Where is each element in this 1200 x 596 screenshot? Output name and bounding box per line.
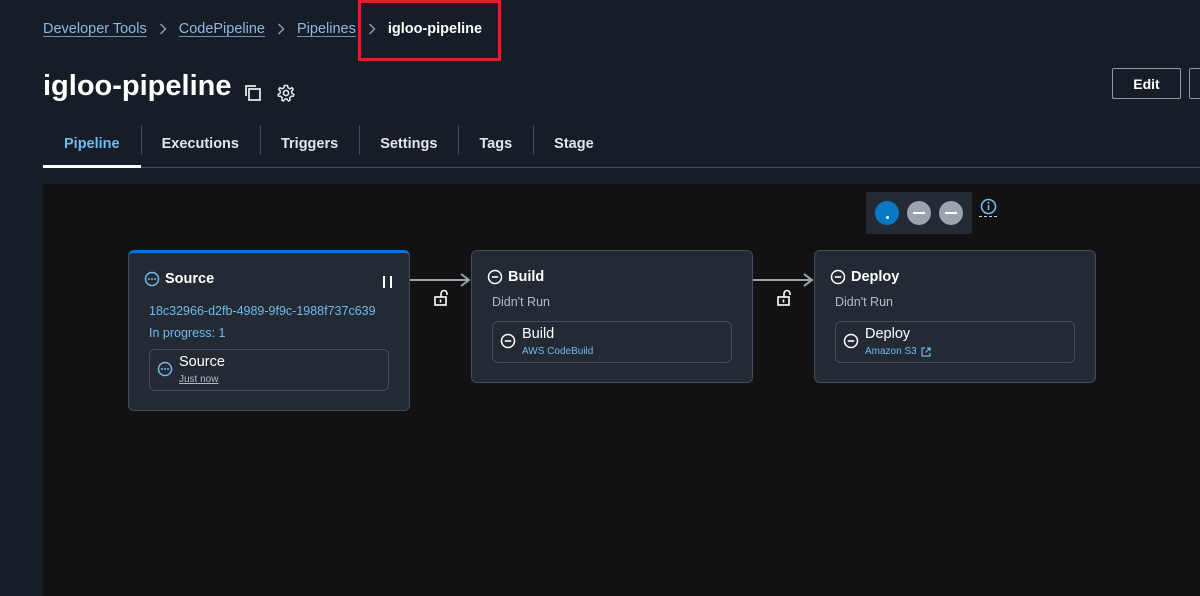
not-run-icon [500,333,516,354]
breadcrumb-developer-tools[interactable]: Developer Tools [43,21,147,37]
stage-header: Deploy [830,269,899,285]
zoom-level-detailed-button[interactable] [875,201,899,225]
zoom-level-medium-button[interactable] [907,201,931,225]
in-progress-icon [144,271,160,287]
more-actions-button[interactable] [1189,68,1200,99]
stage-source: Source 18c32966-d2fb-4989-9f9c-1988f737c… [128,250,410,411]
not-run-icon [830,269,846,285]
pause-icon[interactable] [383,276,392,288]
action-provider-label: AWS CodeBuild [522,346,594,357]
stage-name: Build [508,269,545,285]
breadcrumb-pipelines[interactable]: Pipelines [297,21,356,37]
action-provider-label: Amazon S3 [865,346,917,357]
stage-status-text: Didn't Run [835,295,893,309]
unlock-icon[interactable] [433,289,449,307]
stage-status-text: Didn't Run [492,295,550,309]
execution-id-link[interactable]: 18c32966-d2fb-4989-9f9c-1988f737c639 [149,304,376,318]
action-name: Source [179,354,225,370]
action-build[interactable]: Build AWS CodeBuild [492,321,732,363]
action-name: Deploy [865,326,911,342]
action-time[interactable]: Just now [179,374,218,385]
stage-name: Source [165,271,215,287]
chevron-right-icon [277,23,285,35]
action-provider-link[interactable]: Amazon S3 [865,346,931,357]
action-name: Build [522,326,555,342]
tab-pipeline[interactable]: Pipeline [43,120,141,168]
tab-settings[interactable]: Settings [359,120,458,167]
gear-icon[interactable] [276,83,296,103]
arrow-connector [753,273,814,287]
action-deploy[interactable]: Deploy Amazon S3 [835,321,1075,363]
stage-build: Build Didn't Run Build AWS CodeBuild [471,250,753,383]
info-icon[interactable] [980,198,997,215]
in-progress-icon [157,361,173,382]
not-run-icon [843,333,859,354]
arrow-connector [410,273,471,287]
stage-header: Source [144,271,214,287]
page-title: igloo-pipeline [43,70,232,102]
action-source[interactable]: Source Just now [149,349,389,391]
highlight-annotation-box [358,0,501,61]
stage-name: Deploy [851,269,900,285]
stage-deploy: Deploy Didn't Run Deploy Amazon S3 [814,250,1096,383]
tab-executions[interactable]: Executions [140,120,260,167]
tab-triggers[interactable]: Triggers [259,120,359,167]
stage-header: Build [487,269,544,285]
zoom-controls [866,192,972,234]
breadcrumb-codepipeline[interactable]: CodePipeline [179,21,265,37]
edit-button[interactable]: Edit [1112,68,1181,99]
not-run-icon [487,269,503,285]
stage-progress-text: In progress: 1 [149,326,226,340]
tab-stage[interactable]: Stage [533,120,615,167]
unlock-icon[interactable] [776,289,792,307]
zoom-level-compact-button[interactable] [939,201,963,225]
external-link-icon [921,346,931,357]
info-underline [979,216,997,217]
tab-tags[interactable]: Tags [458,120,533,167]
action-provider-link[interactable]: AWS CodeBuild [522,346,593,357]
tab-bar: Pipeline Executions Triggers Settings Ta… [43,120,1200,168]
chevron-right-icon [159,23,167,35]
copy-icon[interactable] [243,83,263,103]
